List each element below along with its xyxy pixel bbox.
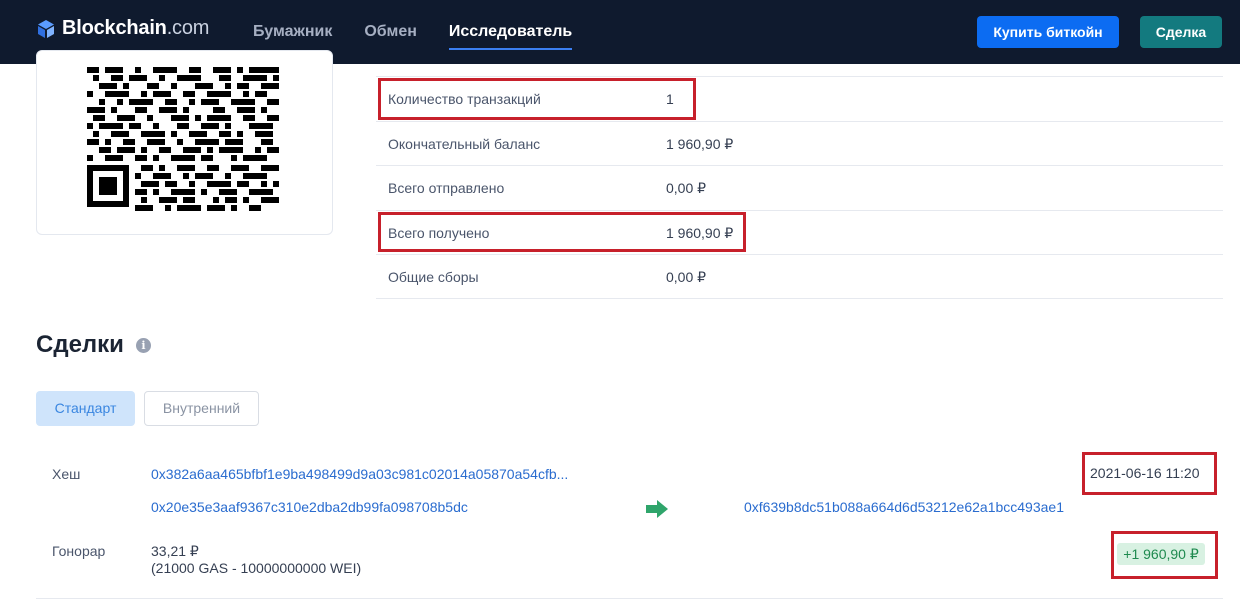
info-row-final-balance: Окончательный баланс 1 960,90 ₽ bbox=[376, 120, 1223, 166]
nav-explorer[interactable]: Исследователь bbox=[448, 0, 573, 64]
info-value: 1 960,90 ₽ bbox=[666, 224, 734, 241]
blockchain-logo-icon bbox=[38, 19, 54, 38]
buy-bitcoin-button[interactable]: Купить биткойн bbox=[977, 16, 1119, 48]
arrow-right-icon bbox=[646, 500, 668, 518]
info-row-tx-count: Количество транзакций 1 bbox=[376, 76, 1223, 121]
info-label: Всего отправлено bbox=[388, 180, 505, 196]
tx-timestamp: 2021-06-16 11:20 bbox=[1090, 465, 1200, 481]
transactions-title: Сделки bbox=[36, 331, 124, 358]
address-summary-table: Количество транзакций 1 Окончательный ба… bbox=[376, 76, 1223, 299]
info-label: Окончательный баланс bbox=[388, 135, 541, 152]
info-circle-icon[interactable]: i bbox=[136, 338, 151, 353]
logo-main: Blockchain bbox=[62, 17, 167, 39]
info-value: 1 bbox=[666, 91, 674, 107]
info-row-total-received: Всего получено 1 960,90 ₽ bbox=[376, 209, 1223, 255]
info-label: Количество транзакций bbox=[388, 91, 541, 107]
qr-code-card bbox=[36, 50, 333, 235]
hash-label: Хеш bbox=[52, 466, 81, 482]
fee-label: Гонорар bbox=[52, 543, 106, 559]
info-value: 0,00 ₽ bbox=[666, 180, 707, 196]
logo-text: Blockchain.com bbox=[62, 17, 209, 40]
tab-internal[interactable]: Внутренний bbox=[144, 391, 259, 426]
info-value: 0,00 ₽ bbox=[666, 269, 707, 285]
info-label: Общие сборы bbox=[388, 269, 479, 285]
trade-button[interactable]: Сделка bbox=[1140, 16, 1222, 48]
amount-badge: +1 960,90 ₽ bbox=[1117, 543, 1205, 565]
blockchain-logo[interactable]: Blockchain.com bbox=[36, 17, 209, 40]
info-row-total-fees: Общие сборы 0,00 ₽ bbox=[376, 254, 1223, 299]
fee-detail: (21000 GAS - 10000000000 WEI) bbox=[151, 560, 362, 576]
info-label: Всего получено bbox=[388, 224, 490, 241]
tx-hash-link[interactable]: 0x382a6aa465bfbf1e9ba498499d9a03c981c020… bbox=[151, 466, 568, 482]
info-row-total-sent: Всего отправлено 0,00 ₽ bbox=[376, 165, 1223, 210]
info-value: 1 960,90 ₽ bbox=[666, 135, 734, 152]
transaction-divider bbox=[36, 598, 1223, 599]
nav-exchange[interactable]: Обмен bbox=[364, 0, 417, 64]
to-address-link[interactable]: 0xf639b8dc51b088a664d6d53212e62a1bcc493a… bbox=[744, 499, 1064, 515]
from-address-link[interactable]: 0x20e35e3aaf9367c310e2dba2db99fa098708b5… bbox=[151, 499, 468, 515]
tab-standard[interactable]: Стандарт bbox=[36, 391, 135, 426]
qr-code-image bbox=[87, 65, 285, 215]
fee-value: 33,21 ₽ bbox=[151, 543, 199, 559]
logo-suffix: .com bbox=[166, 17, 210, 39]
